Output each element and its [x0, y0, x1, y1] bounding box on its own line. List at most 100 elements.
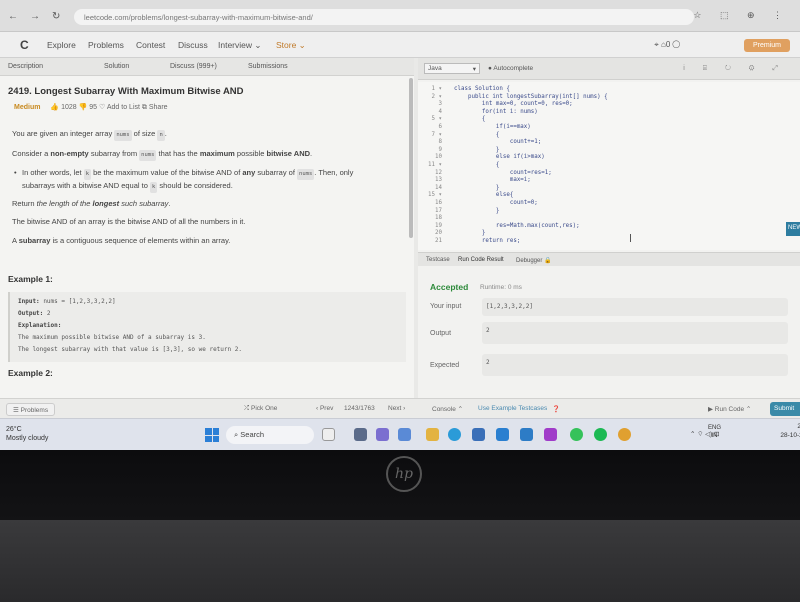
- dislike-icon[interactable]: 👎: [79, 104, 88, 111]
- code-line[interactable]: {: [454, 116, 608, 124]
- use-example-testcases-link[interactable]: Use Example Testcases: [478, 405, 547, 412]
- code-line[interactable]: int max=0, count=0, res=0;: [454, 101, 608, 109]
- code-line[interactable]: else{: [454, 192, 608, 200]
- code-line[interactable]: count=res=1;: [454, 170, 608, 178]
- chrome-icon[interactable]: [618, 428, 631, 441]
- address-bar[interactable]: leetcode.com/problems/longest-subarray-w…: [74, 9, 694, 25]
- code-line[interactable]: }: [454, 185, 608, 193]
- prev-button[interactable]: ‹ Prev: [316, 405, 333, 412]
- tab-solution[interactable]: Solution: [104, 63, 129, 70]
- autocomplete-toggle[interactable]: ● Autocomplete: [488, 65, 533, 72]
- editor-toolbar-icons[interactable]: i ⌸ ↻ ⚙ ⤢: [683, 65, 786, 73]
- desc-bold: non-empty: [50, 149, 89, 158]
- like-icon[interactable]: 👍: [50, 104, 59, 111]
- share-icon[interactable]: ⧉: [142, 104, 147, 111]
- tab-run-code-result[interactable]: Run Code Result: [458, 257, 504, 263]
- example-explanation-line-2: The longest subarray with that value is …: [18, 346, 242, 353]
- code-line[interactable]: {: [454, 132, 608, 140]
- code-line[interactable]: }: [454, 208, 608, 216]
- code-line[interactable]: }: [454, 147, 608, 155]
- share-link[interactable]: Share: [149, 104, 168, 111]
- desc-text: subarray of: [257, 168, 295, 177]
- whatsapp-icon[interactable]: [570, 428, 583, 441]
- bullet-dot: •: [14, 168, 17, 177]
- code-line[interactable]: res=Math.max(count,res);: [454, 223, 608, 231]
- heart-icon[interactable]: ♡: [99, 104, 105, 111]
- tab-submissions[interactable]: Submissions: [248, 63, 288, 70]
- code-line[interactable]: }: [454, 230, 608, 238]
- widgets-icon[interactable]: [322, 428, 335, 441]
- line-number: 9: [438, 146, 443, 153]
- weather-widget[interactable]: 26°C Mostly cloudy: [6, 425, 48, 443]
- line-number: 12: [435, 169, 442, 176]
- reload-icon[interactable]: ↻: [52, 11, 60, 22]
- difficulty-badge: Medium: [14, 104, 41, 111]
- description-pane: Description Solution Discuss (999+) Subm…: [0, 58, 414, 398]
- store-icon[interactable]: [472, 428, 485, 441]
- tab-description[interactable]: Description: [8, 63, 43, 70]
- tab-discuss[interactable]: Discuss (999+): [170, 63, 217, 70]
- help-icon[interactable]: ❓: [552, 405, 560, 413]
- back-icon[interactable]: ←: [8, 11, 18, 22]
- code-line[interactable]: for(int i: nums): [454, 109, 608, 117]
- nav-discuss[interactable]: Discuss: [178, 40, 208, 50]
- nav-problems[interactable]: Problems: [88, 40, 124, 50]
- nav-contest[interactable]: Contest: [136, 40, 165, 50]
- leetcode-logo-icon[interactable]: C: [20, 38, 29, 52]
- code-line[interactable]: [454, 215, 608, 223]
- tab-testcase[interactable]: Testcase: [426, 257, 450, 263]
- pick-one-button[interactable]: ⤮ Pick One: [244, 405, 277, 413]
- run-code-button[interactable]: ▶ Run Code ⌃: [708, 405, 751, 413]
- problems-button[interactable]: ☰ Problems: [6, 403, 56, 416]
- nav-interview[interactable]: Interview ⌄: [218, 40, 262, 51]
- browser-action-icons[interactable]: ☆ ⬚ ⊕ ⋮: [693, 10, 790, 21]
- example-explanation-label-row: Explanation:: [18, 320, 398, 332]
- language-select[interactable]: Java ▾: [424, 63, 480, 74]
- nav-store[interactable]: Store ⌄: [276, 40, 306, 51]
- vscode-icon[interactable]: [520, 428, 533, 441]
- mail-icon[interactable]: [496, 428, 509, 441]
- code-line[interactable]: max=i;: [454, 177, 608, 185]
- console-button[interactable]: Console ⌃: [432, 405, 463, 413]
- line-number: 6: [438, 123, 443, 130]
- spotify-icon[interactable]: [594, 428, 607, 441]
- text-cursor: [630, 234, 631, 242]
- code-line[interactable]: return res;: [454, 238, 608, 246]
- forward-icon[interactable]: →: [30, 11, 40, 22]
- code-editor[interactable]: 1 ▾ 2 ▾ 3 4 5 ▾ 6 7 ▾ 8 9 10 11 ▾ 12 13 14 15 ▾ 16 17 18 1…: [418, 82, 800, 250]
- line-number: 10: [435, 154, 442, 161]
- result-status: Accepted: [430, 282, 469, 292]
- windows-start-icon[interactable]: [205, 428, 219, 442]
- submit-button[interactable]: Submit: [770, 402, 800, 416]
- code-line[interactable]: count+=1;: [454, 139, 608, 147]
- premium-button[interactable]: Premium: [744, 39, 790, 52]
- line-number: 2 ▾: [431, 93, 442, 100]
- code-line[interactable]: else if(i>max): [454, 154, 608, 162]
- file-explorer-icon[interactable]: [426, 428, 439, 441]
- nav-user-icons[interactable]: ⌖ ⌂0 ◯: [654, 40, 680, 50]
- code-line[interactable]: count=0;: [454, 200, 608, 208]
- tab-debugger[interactable]: Debugger 🔒: [516, 257, 552, 264]
- add-to-list-link[interactable]: Add to List: [107, 104, 140, 111]
- edge-icon[interactable]: [448, 428, 461, 441]
- clock[interactable]: 20:4 28-10-202: [770, 422, 800, 440]
- settings-icon[interactable]: [398, 428, 411, 441]
- code-line[interactable]: if(i==max): [454, 124, 608, 132]
- example-1-box: Input: nums = [1,2,3,3,2,2] Output: 2 Ex…: [8, 292, 406, 362]
- autocomplete-label: Autocomplete: [493, 65, 534, 72]
- example-output-value: 2: [46, 310, 51, 317]
- description-scrollbar[interactable]: [409, 78, 413, 238]
- code-line[interactable]: public int longestSubarray(int[] nums) {: [454, 94, 608, 102]
- app-icon[interactable]: [544, 428, 557, 441]
- code-lines[interactable]: class Solution { public int longestSubar…: [454, 86, 608, 245]
- nav-explore[interactable]: Explore: [47, 40, 76, 50]
- example-input-value: nums = [1,2,3,3,2,2]: [43, 298, 116, 305]
- code-line[interactable]: class Solution {: [454, 86, 608, 94]
- code-line[interactable]: {: [454, 162, 608, 170]
- language-indicator[interactable]: ENG IN: [708, 424, 721, 440]
- next-button[interactable]: Next ›: [388, 405, 405, 412]
- inline-code: nums: [297, 169, 315, 180]
- task-view-icon[interactable]: [354, 428, 367, 441]
- taskbar-search[interactable]: ⌕ Search: [226, 426, 314, 444]
- teams-icon[interactable]: [376, 428, 389, 441]
